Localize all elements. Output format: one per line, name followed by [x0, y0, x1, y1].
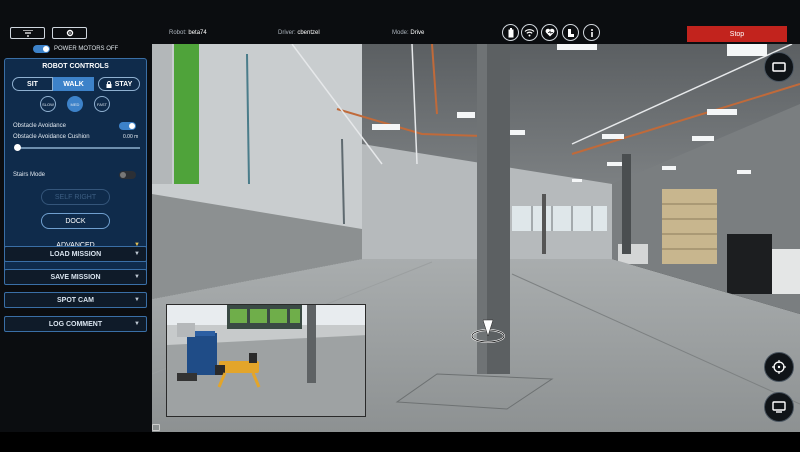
stairs-mode-label: Stairs Mode	[13, 172, 46, 178]
robot-info: Robot: beta74	[169, 30, 207, 36]
log-comment-label: LOG COMMENT	[48, 320, 103, 328]
stay-label: STAY	[114, 80, 133, 88]
obstacle-avoidance-toggle[interactable]	[119, 122, 136, 130]
dock-button[interactable]: DOCK	[41, 213, 110, 229]
stairs-mode-toggle[interactable]	[119, 171, 136, 179]
left-control-panel: POWER MOTORS OFF ROBOT CONTROLS SIT WALK…	[0, 44, 152, 432]
chevron-down-icon: ▼	[134, 297, 140, 303]
speed-fast-button[interactable]: FAST	[94, 96, 110, 112]
wifi-icon[interactable]	[521, 24, 538, 41]
walk-button[interactable]: WALK	[53, 77, 94, 91]
robot-controls-title: ROBOT CONTROLS	[42, 63, 109, 70]
gear-icon	[66, 29, 73, 37]
menu-button[interactable]	[10, 27, 45, 39]
filter-icon	[22, 29, 33, 37]
load-mission-section[interactable]: LOAD MISSION ▼	[4, 246, 147, 262]
settings-button[interactable]	[52, 27, 87, 39]
battery-icon[interactable]	[502, 24, 519, 41]
speed-slow-button[interactable]: SLOW	[40, 96, 56, 112]
speed-med-button[interactable]: MED	[67, 96, 83, 112]
spot-cam-label: SPOT CAM	[57, 296, 94, 304]
health-icon[interactable]	[541, 24, 558, 41]
power-motors-label: POWER MOTORS OFF	[54, 46, 119, 52]
robot-view-pip[interactable]	[166, 304, 366, 417]
display-toggle-button[interactable]	[764, 52, 794, 82]
driver-name: cbentzel	[297, 30, 320, 36]
self-right-button[interactable]: SELF RIGHT	[41, 189, 110, 205]
screen-button[interactable]	[764, 392, 794, 422]
robot-name: beta74	[188, 30, 207, 36]
load-mission-label: LOAD MISSION	[49, 250, 102, 258]
lock-icon	[106, 80, 112, 88]
cushion-label: Obstacle Avoidance Cushion	[13, 134, 90, 140]
driver-info: Driver: cbentzel	[278, 30, 320, 36]
info-icon[interactable]	[583, 24, 600, 41]
chevron-down-icon: ▼	[134, 251, 140, 257]
stay-button[interactable]: STAY	[98, 77, 140, 91]
sit-button[interactable]: SIT	[12, 77, 53, 91]
mode-info: Mode: Drive	[392, 30, 425, 36]
bottom-bar	[0, 432, 800, 452]
chat-icon[interactable]	[152, 424, 160, 431]
cushion-value: 0.00 m	[123, 134, 139, 140]
chevron-down-icon: ▼	[134, 321, 140, 327]
cushion-slider-handle[interactable]	[14, 144, 21, 151]
save-mission-label: SAVE MISSION	[50, 273, 101, 281]
power-motors-row: POWER MOTORS OFF	[33, 44, 118, 54]
chevron-down-icon: ▼	[134, 274, 140, 280]
cushion-slider-track[interactable]	[16, 147, 140, 149]
log-comment-section[interactable]: LOG COMMENT ▼	[4, 316, 147, 332]
target-button[interactable]	[764, 352, 794, 382]
boot-icon[interactable]	[562, 24, 579, 41]
mode-value: Drive	[410, 30, 425, 36]
save-mission-section[interactable]: SAVE MISSION ▼	[4, 269, 147, 285]
crosshair-icon	[772, 360, 786, 374]
obstacle-avoidance-label: Obstacle Avoidance	[13, 123, 66, 129]
stop-button[interactable]: Stop	[687, 26, 787, 42]
screen-icon	[772, 401, 786, 413]
monitor-icon	[772, 62, 786, 72]
power-motors-toggle[interactable]	[33, 45, 50, 53]
pip-camera-feed	[167, 305, 365, 416]
spot-cam-section[interactable]: SPOT CAM ▼	[4, 292, 147, 308]
top-bar: Robot: beta74 Driver: cbentzel Mode: Dri…	[0, 0, 800, 44]
